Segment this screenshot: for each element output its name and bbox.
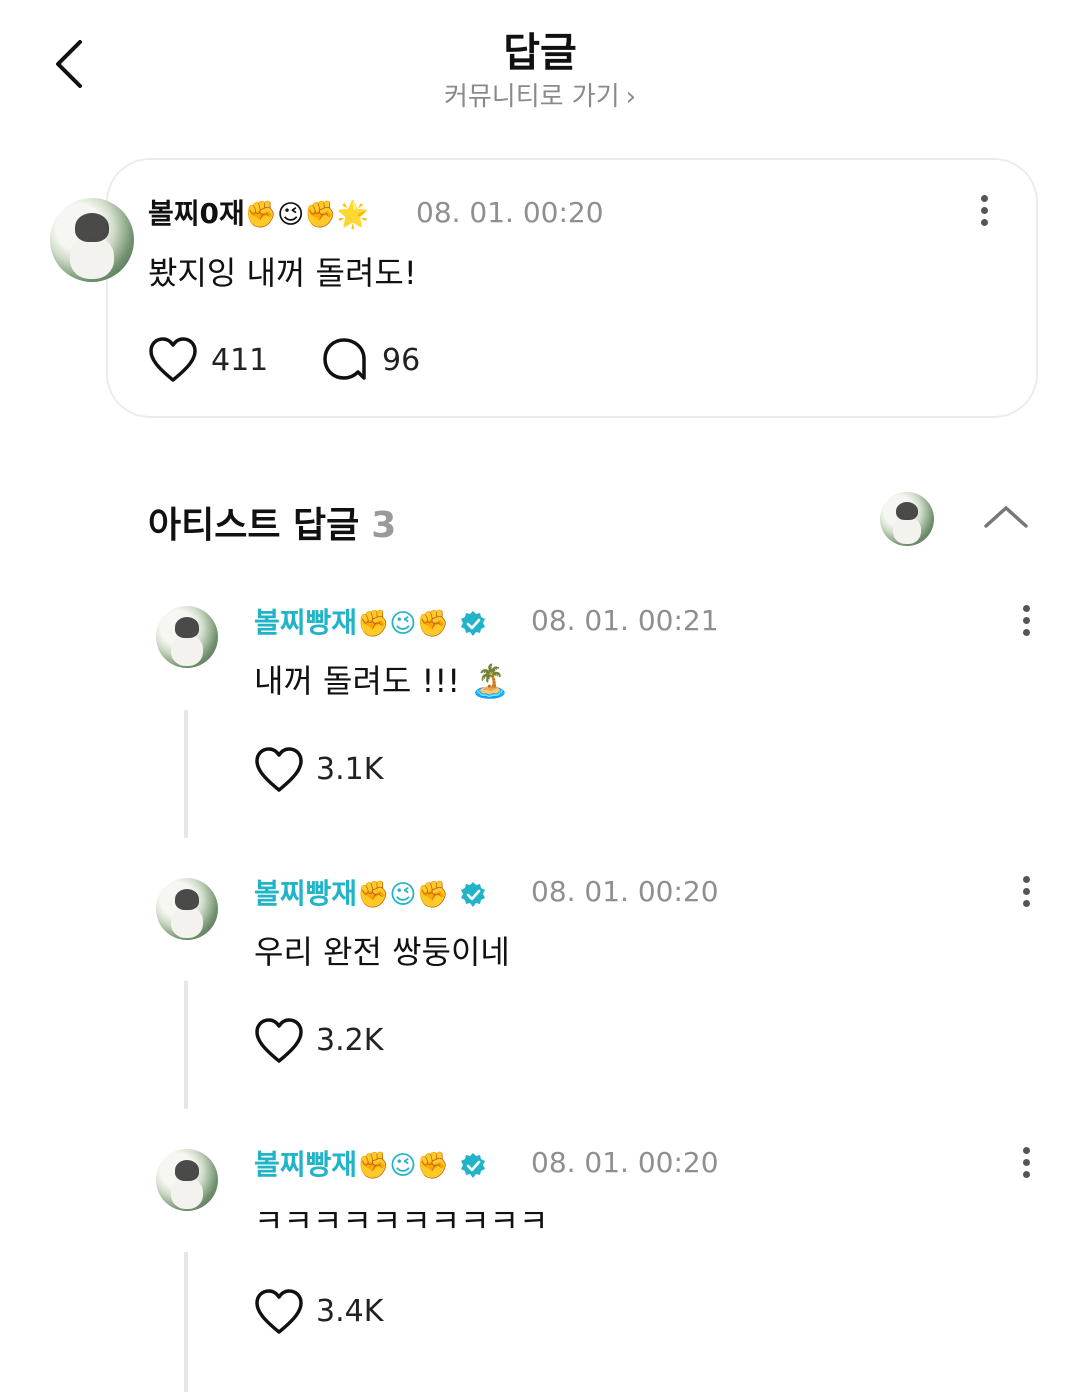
reply-author-emojis: ✊😉✊ <box>357 1151 449 1181</box>
more-vertical-icon <box>980 195 988 202</box>
chevron-right-icon: › <box>625 82 637 112</box>
post-like-button[interactable] <box>148 336 198 384</box>
verified-badge-icon <box>460 882 485 907</box>
avatar[interactable] <box>156 878 218 940</box>
more-vertical-icon <box>1022 1147 1030 1154</box>
reply-more-button[interactable] <box>1016 600 1036 644</box>
go-to-community-label: 커뮤니티로 가기 <box>443 82 620 112</box>
reply-more-button[interactable] <box>1016 871 1036 915</box>
reply-like-button[interactable] <box>254 1288 304 1336</box>
comment-bubble-icon <box>323 338 366 380</box>
artist-avatar-toggle[interactable] <box>880 492 934 546</box>
reply-timestamp: 08. 01. 00:20 <box>531 875 719 908</box>
post-author-emojis: ✊😉✊🌟 <box>244 200 369 230</box>
reply-author-emojis: ✊😉✊ <box>357 609 449 639</box>
reply-timestamp: 08. 01. 00:21 <box>531 604 719 637</box>
avatar[interactable] <box>156 1149 218 1211</box>
heart-icon <box>255 1289 303 1334</box>
thread-line <box>184 981 188 1109</box>
verified-badge-icon <box>460 611 485 636</box>
reply-author[interactable]: 볼찌빵재✊😉✊ <box>254 1143 487 1183</box>
reply-text: 우리 완전 쌍둥이네 <box>254 933 510 971</box>
artist-replies-heading: 아티스트 답글 3 <box>148 496 396 548</box>
reply-like-count: 3.4K <box>316 1294 384 1329</box>
heart-icon <box>255 1018 303 1063</box>
heart-icon <box>149 337 197 382</box>
page-title: 답글 <box>503 30 577 76</box>
reply-timestamp: 08. 01. 00:20 <box>531 1146 719 1179</box>
more-vertical-icon <box>1022 605 1030 612</box>
post-author-name: 볼찌0재 <box>148 197 245 230</box>
reply-author-name: 볼찌빵재 <box>254 606 358 639</box>
post-text: 봤지잉 내꺼 돌려도! <box>148 254 417 292</box>
avatar[interactable] <box>50 198 134 282</box>
post-timestamp: 08. 01. 00:20 <box>416 196 604 229</box>
thread-line <box>184 1252 188 1392</box>
post-comment-button[interactable] <box>322 336 370 384</box>
collapse-button[interactable] <box>980 496 1032 536</box>
reply-like-button[interactable] <box>254 746 304 794</box>
avatar[interactable] <box>156 606 218 668</box>
reply-author[interactable]: 볼찌빵재✊😉✊ <box>254 601 487 641</box>
verified-badge-icon <box>460 1153 485 1178</box>
post-more-button[interactable] <box>974 190 994 234</box>
section-title: 아티스트 답글 <box>148 505 360 546</box>
reply-author-name: 볼찌빵재 <box>254 877 358 910</box>
section-count: 3 <box>371 505 397 546</box>
post-comment-count: 96 <box>382 343 421 378</box>
heart-icon <box>255 747 303 792</box>
reply-text: 내꺼 돌려도 !!! 🏝️ <box>254 662 511 700</box>
reply-author[interactable]: 볼찌빵재✊😉✊ <box>254 872 487 912</box>
reply-text: ㅋㅋㅋㅋㅋㅋㅋㅋㅋㅋ <box>254 1202 549 1240</box>
more-vertical-icon <box>1022 876 1030 883</box>
reply-author-emojis: ✊😉✊ <box>357 880 449 910</box>
reply-author-name: 볼찌빵재 <box>254 1148 358 1181</box>
go-to-community-link[interactable]: 커뮤니티로 가기 › <box>0 76 1080 113</box>
post-like-count: 411 <box>211 343 269 378</box>
reply-more-button[interactable] <box>1016 1142 1036 1186</box>
chevron-up-icon <box>984 506 1028 528</box>
thread-line <box>184 710 188 838</box>
post-author[interactable]: 볼찌0재✊😉✊🌟 <box>148 192 369 232</box>
reply-like-button[interactable] <box>254 1017 304 1065</box>
reply-like-count: 3.1K <box>316 752 384 787</box>
reply-like-count: 3.2K <box>316 1023 384 1058</box>
